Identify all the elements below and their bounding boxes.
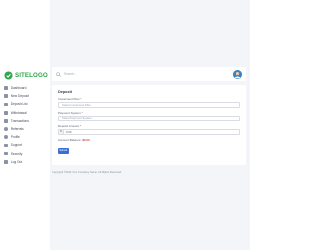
sidebar-item-referrals[interactable]: Referrals: [4, 125, 50, 133]
amount-input-group: $: [58, 129, 240, 135]
user-avatar-icon: [233, 69, 242, 79]
main-content: Deposit Investment Plan * Payment System…: [50, 0, 250, 250]
deposit-amount-label: Deposit Amount *: [58, 124, 82, 128]
logo-icon: [4, 70, 13, 80]
sidebar-item-profile[interactable]: Profile: [4, 133, 50, 141]
support-icon: [4, 143, 8, 148]
investment-plan-label: Investment Plan *: [58, 97, 82, 101]
deposit-card: Deposit Investment Plan * Payment System…: [52, 85, 246, 165]
transactions-icon: [4, 118, 8, 123]
payment-system-select[interactable]: [58, 115, 240, 121]
dashboard-icon: [4, 86, 8, 90]
referrals-icon: [4, 127, 8, 131]
sidebar-item-deposit-list[interactable]: Deposit List: [4, 100, 50, 108]
sidebar-item-support[interactable]: Support: [4, 141, 50, 149]
sidebar-item-label: Log Out: [10, 159, 23, 164]
list-icon: [4, 102, 8, 107]
sidebar-item-new-deposit[interactable]: New Deposit: [4, 92, 50, 100]
sidebar-item-dashboard[interactable]: Dashboard: [4, 84, 50, 92]
sidebar-item-label: Security: [10, 151, 23, 156]
sidebar-item-label: Withdrawal: [10, 110, 27, 115]
sidebar-item-label: Dashboard: [10, 86, 27, 91]
footer-copyright: Copyright ©2022 Your Company Name. All R…: [52, 171, 122, 174]
deposit-icon: [4, 94, 8, 99]
sidebar-item-logout[interactable]: Log Out: [4, 158, 50, 166]
sidebar-item-label: Referrals: [10, 127, 24, 132]
sidebar-item-transactions[interactable]: Transactions: [4, 117, 50, 125]
account-balance-value: $0.00: [82, 137, 90, 142]
sidebar-item-label: Profile: [10, 135, 20, 140]
sidebar-item-security[interactable]: Security: [4, 150, 50, 158]
sidebar-item-label: Transactions: [10, 118, 29, 123]
search-input[interactable]: [64, 71, 144, 77]
withdraw-icon: [4, 110, 8, 115]
top-bar: [52, 67, 246, 81]
logo-text: SITELOGO: [15, 71, 48, 79]
sidebar: SITELOGO Dashboard New Deposit Deposit L…: [0, 0, 50, 250]
account-balance: Account Balance: $0.00: [58, 138, 90, 142]
sidebar-item-label: New Deposit: [10, 94, 29, 99]
account-balance-label: Account Balance:: [58, 137, 82, 142]
payment-system-label: Payment System *: [58, 110, 83, 115]
avatar[interactable]: [233, 69, 242, 79]
logout-icon: [4, 159, 8, 164]
sidebar-item-withdrawal[interactable]: Withdrawal: [4, 109, 50, 117]
search-icon[interactable]: [56, 71, 61, 77]
investment-plan-select[interactable]: [58, 102, 240, 108]
card-title: Deposit: [58, 90, 72, 94]
profile-icon: [4, 135, 8, 140]
site-logo[interactable]: SITELOGO: [4, 70, 48, 80]
sidebar-item-label: Support: [10, 143, 22, 148]
sidebar-menu: Dashboard New Deposit Deposit List Withd…: [4, 84, 50, 166]
sidebar-item-label: Deposit List: [10, 102, 28, 107]
security-icon: [4, 151, 8, 156]
deposit-amount-input[interactable]: [63, 129, 240, 135]
submit-button[interactable]: Submit: [58, 148, 69, 154]
